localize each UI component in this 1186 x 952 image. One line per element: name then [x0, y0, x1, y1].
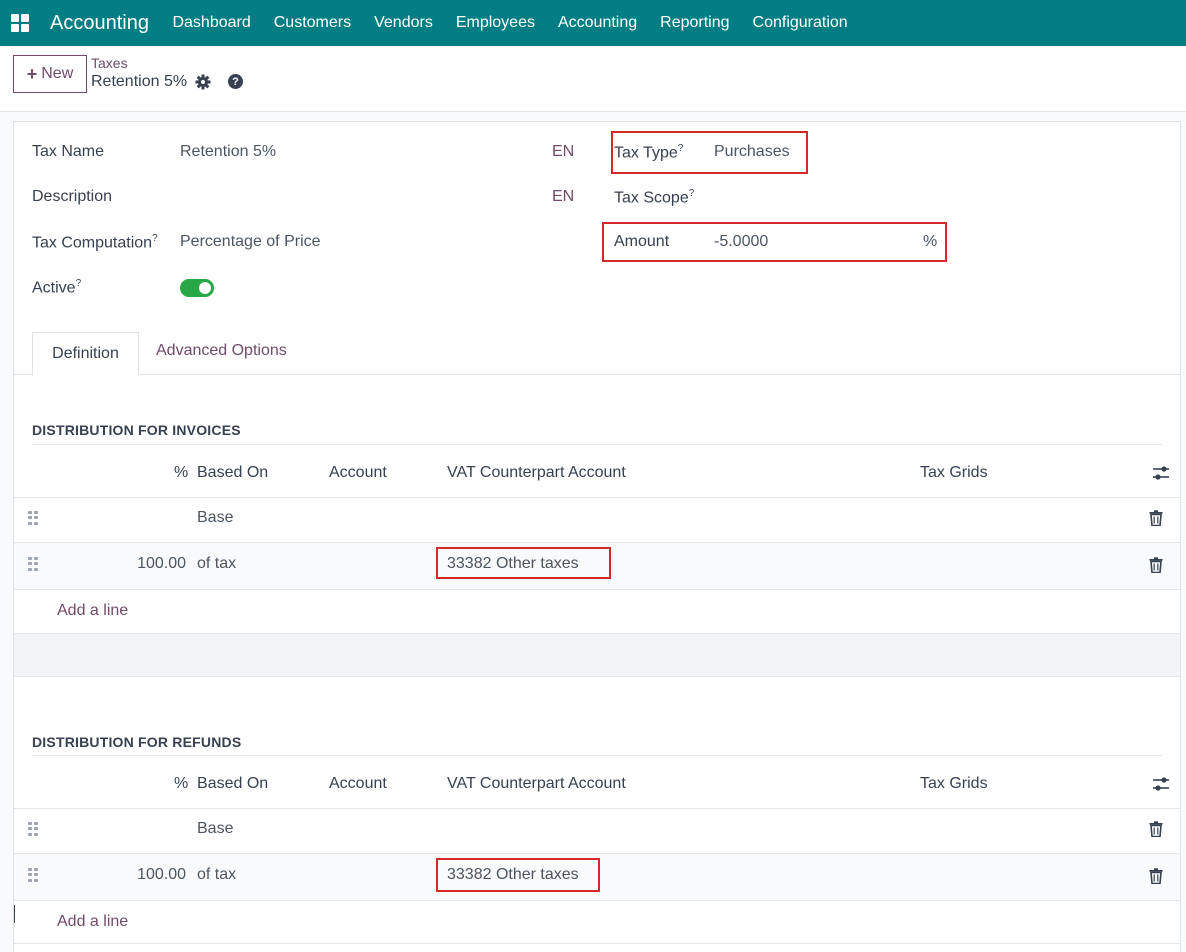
- trash-icon[interactable]: [1149, 557, 1163, 573]
- menu-customers[interactable]: Customers: [262, 0, 362, 46]
- optional-columns-icon[interactable]: [1152, 465, 1170, 481]
- drag-handle-icon[interactable]: [28, 557, 38, 571]
- tax-scope-select[interactable]: [714, 188, 944, 208]
- drag-handle-icon[interactable]: [28, 868, 38, 882]
- menu-vendors[interactable]: Vendors: [363, 0, 445, 46]
- trash-icon[interactable]: [1149, 821, 1163, 837]
- refunds-add-line-link[interactable]: Add a line: [57, 913, 128, 931]
- menu-configuration[interactable]: Configuration: [741, 0, 859, 46]
- control-panel: + New Taxes Retention 5% ?: [0, 46, 1186, 112]
- table-row[interactable]: 100.00 of tax 33382 Other taxes: [14, 854, 1180, 900]
- tax-computation-select[interactable]: Percentage of Price: [180, 233, 321, 251]
- trash-icon[interactable]: [1149, 868, 1163, 884]
- invoices-section-divider: [32, 444, 1162, 445]
- active-toggle[interactable]: [180, 279, 214, 297]
- col-vat-counterpart-header[interactable]: VAT Counterpart Account: [447, 464, 626, 482]
- breadcrumb-current: Retention 5%: [91, 73, 188, 90]
- highlight-tax-type: [611, 131, 808, 174]
- description-label: Description: [32, 188, 113, 205]
- drag-handle-icon[interactable]: [28, 511, 38, 525]
- row-divider: [14, 900, 1180, 901]
- row-based-on[interactable]: Base: [197, 509, 233, 527]
- new-button[interactable]: + New: [13, 55, 87, 93]
- tab-advanced-options[interactable]: Advanced Options: [156, 342, 287, 360]
- col-tax-grids-header[interactable]: Tax Grids: [920, 464, 988, 482]
- tax-computation-label: Tax Computation?: [32, 233, 158, 252]
- invoices-header-border: [14, 497, 1180, 498]
- invoices-section-title: DISTRIBUTION FOR INVOICES: [32, 422, 241, 438]
- new-button-label: New: [41, 65, 74, 82]
- refunds-section-title: DISTRIBUTION FOR REFUNDS: [32, 734, 242, 750]
- highlight-vat-account: [436, 547, 611, 579]
- active-label: Active?: [32, 278, 82, 297]
- optional-columns-icon[interactable]: [1152, 776, 1170, 792]
- col-account-header[interactable]: Account: [329, 775, 387, 793]
- tax-scope-label: Tax Scope?: [614, 188, 695, 207]
- tabs-divider: [14, 374, 1180, 375]
- row-based-on[interactable]: of tax: [197, 866, 236, 884]
- drag-handle-icon[interactable]: [28, 822, 38, 836]
- tax-name-lang-button[interactable]: EN: [552, 143, 574, 161]
- highlight-amount: [602, 222, 947, 262]
- col-percent-header[interactable]: %: [174, 464, 188, 482]
- app-brand[interactable]: Accounting: [50, 12, 149, 35]
- menu-reporting[interactable]: Reporting: [649, 0, 741, 46]
- tax-name-label: Tax Name: [32, 143, 105, 160]
- top-navbar: Accounting Dashboard Customers Vendors E…: [0, 0, 1186, 46]
- col-account-header[interactable]: Account: [329, 464, 387, 482]
- row-divider: [14, 589, 1180, 590]
- row-percent[interactable]: 100.00: [137, 555, 186, 573]
- refunds-table-footer-border: [14, 943, 1180, 944]
- col-vat-counterpart-header[interactable]: VAT Counterpart Account: [447, 775, 626, 793]
- col-percent-header[interactable]: %: [174, 775, 188, 793]
- breadcrumb-parent[interactable]: Taxes: [91, 55, 128, 71]
- col-based-on-header[interactable]: Based On: [197, 464, 268, 482]
- refunds-section-divider: [32, 755, 1162, 756]
- highlight-vat-account: [436, 858, 600, 892]
- tax-name-field[interactable]: Retention 5%: [180, 143, 276, 161]
- text-cursor: [14, 905, 15, 923]
- gear-icon[interactable]: [195, 74, 211, 90]
- question-circle-icon[interactable]: ?: [228, 74, 243, 89]
- form-sheet: Tax Name Retention 5% EN Description EN …: [13, 121, 1181, 952]
- row-based-on[interactable]: of tax: [197, 555, 236, 573]
- col-based-on-header[interactable]: Based On: [197, 775, 268, 793]
- tab-definition[interactable]: Definition: [32, 332, 139, 376]
- row-percent[interactable]: 100.00: [137, 866, 186, 884]
- table-row[interactable]: 100.00 of tax 33382 Other taxes: [14, 543, 1180, 589]
- menu-employees[interactable]: Employees: [444, 0, 546, 46]
- invoices-table-footer: [14, 633, 1180, 677]
- apps-menu-icon[interactable]: [0, 0, 40, 46]
- col-tax-grids-header[interactable]: Tax Grids: [920, 775, 988, 793]
- menu-dashboard[interactable]: Dashboard: [161, 0, 262, 46]
- description-lang-button[interactable]: EN: [552, 188, 574, 206]
- row-based-on[interactable]: Base: [197, 820, 233, 838]
- trash-icon[interactable]: [1149, 510, 1163, 526]
- invoices-add-line-link[interactable]: Add a line: [57, 602, 128, 620]
- refunds-header-border: [14, 808, 1180, 809]
- menu-accounting[interactable]: Accounting: [546, 0, 648, 46]
- plus-icon: +: [26, 63, 38, 84]
